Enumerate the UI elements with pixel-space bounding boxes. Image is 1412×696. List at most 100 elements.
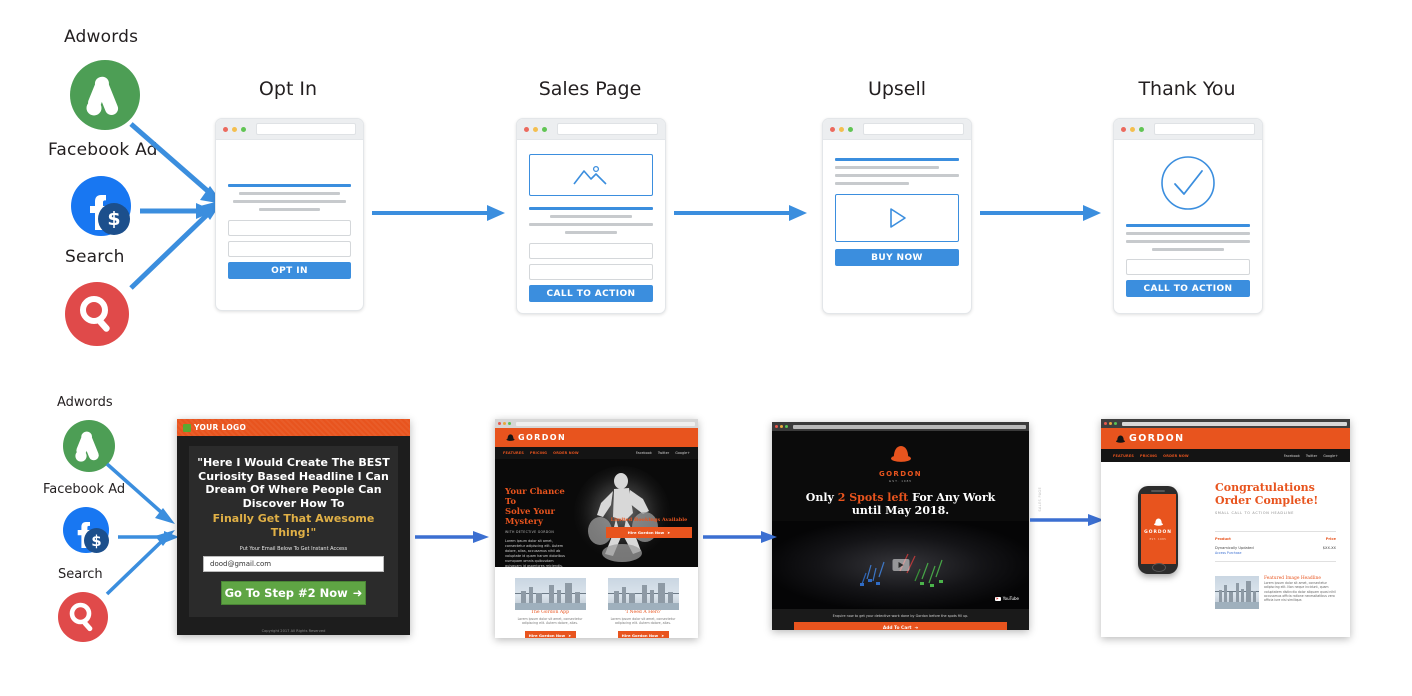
wireframe-content: BUY NOW xyxy=(823,140,971,278)
thankyou-header: GORDON xyxy=(1101,428,1350,449)
sales-card: The Gordon App Lorem ipsum dolor sit ame… xyxy=(514,578,586,638)
wireframe-cta-salespage[interactable]: CALL TO ACTION xyxy=(529,285,653,302)
thankyou-subhead: SMALL CALL TO ACTION HEADLINE xyxy=(1215,511,1295,515)
optin-headline-white: "Here I Would Create The BEST Curiosity … xyxy=(197,456,390,510)
wireframe-video-placeholder[interactable] xyxy=(835,194,959,242)
wireframe-input-email[interactable] xyxy=(529,264,653,280)
placeholder-headline xyxy=(529,207,653,210)
wireframe-input-name[interactable] xyxy=(529,243,653,259)
order-access-link[interactable]: Access Purchase xyxy=(1215,551,1336,555)
wireframe-input-email[interactable] xyxy=(1126,259,1250,275)
phone-brand: GORDON xyxy=(1144,530,1172,535)
page-screenshot-salespage[interactable]: GORDON FEATURES PRICING ORDER NOW Facebo… xyxy=(495,419,698,638)
window-dot-green xyxy=(241,126,246,132)
stage-title-thankyou: Thank You xyxy=(1138,78,1236,100)
placeholder-line xyxy=(835,182,910,185)
sales-cards: The Gordon App Lorem ipsum dolor sit ame… xyxy=(495,567,698,638)
phone-brand-sub: EST. 1985 xyxy=(1149,538,1167,541)
facebook-ad-icon[interactable]: $ xyxy=(70,175,140,245)
upsell-cta-button[interactable]: Add To Cart ➜ xyxy=(794,622,1007,630)
window-dot-yellow xyxy=(780,425,783,428)
optin-cta-button[interactable]: Go To Step #2 Now ➜ xyxy=(221,581,366,605)
social-twitter[interactable]: Twitter xyxy=(658,451,669,455)
nav-item-pricing[interactable]: PRICING xyxy=(530,451,547,455)
search-icon[interactable] xyxy=(65,282,129,346)
nav-item-order-now[interactable]: ORDER NOW xyxy=(553,451,579,455)
arrow-optin-to-salespage xyxy=(372,205,505,221)
youtube-label: YouTube xyxy=(1002,596,1019,601)
water xyxy=(514,602,586,610)
featured-block: Featured Image Headline Lorem ipsum dolo… xyxy=(1215,576,1336,609)
wireframe-input-email[interactable] xyxy=(228,241,351,257)
card-text: Lorem ipsum dolor sit amet, consectetur … xyxy=(517,617,583,626)
social-facebook[interactable]: Facebook xyxy=(1284,454,1300,458)
card-cta-label: Hire Gordon Now xyxy=(528,633,566,638)
nav-item-features[interactable]: FEATURES xyxy=(1113,454,1134,458)
wireframe-cta-upsell[interactable]: BUY NOW xyxy=(835,249,959,266)
building xyxy=(1229,591,1233,602)
wireframe-url-bar[interactable] xyxy=(256,123,356,135)
google-adwords-icon-bottom[interactable] xyxy=(63,420,115,472)
wireframe-url-bar[interactable] xyxy=(863,123,964,135)
hero-athlete-image xyxy=(574,466,670,562)
building xyxy=(1253,590,1256,602)
building xyxy=(649,589,654,603)
window-dot-green xyxy=(1139,126,1144,132)
page-screenshot-thankyou[interactable]: GORDON FEATURES PRICING ORDER NOW Facebo… xyxy=(1101,419,1350,637)
hero-cta-button[interactable]: Hire Gordon Now ➤ xyxy=(606,527,692,538)
page-screenshot-upsell[interactable]: GORDON EST. 1985 Only 2 Spots left For A… xyxy=(772,422,1029,630)
youtube-badge: YouTube xyxy=(994,596,1019,601)
upsell-video-player[interactable]: YouTube xyxy=(772,521,1029,609)
browser-url-bar[interactable] xyxy=(793,424,1026,429)
wireframe-salespage[interactable]: CALL TO ACTION xyxy=(516,118,666,314)
wireframe-titlebar xyxy=(823,119,971,140)
window-dot-green xyxy=(542,126,547,132)
wireframe-url-bar[interactable] xyxy=(1154,123,1255,135)
nav-item-order-now[interactable]: ORDER NOW xyxy=(1163,454,1189,458)
hero-title-line1: Your Chance To xyxy=(505,487,565,507)
magnifier-glyph xyxy=(69,602,93,632)
wireframe-cta-thankyou[interactable]: CALL TO ACTION xyxy=(1126,280,1250,297)
upsell-headline-pre: Only xyxy=(805,491,838,504)
wireframe-cta-optin[interactable]: OPT IN xyxy=(228,262,351,279)
optin-headline-gold: Finally Get That Awesome Thing!" xyxy=(212,512,375,539)
google-adwords-icon[interactable] xyxy=(70,60,140,130)
window-dot-red xyxy=(498,422,501,425)
page-screenshot-optin[interactable]: YOUR LOGO "Here I Would Create The BEST … xyxy=(177,419,410,635)
browser-url-bar[interactable] xyxy=(1122,421,1347,426)
social-googleplus[interactable]: Google+ xyxy=(675,451,690,455)
card-cta-button[interactable]: Hire Gordon Now ➤ xyxy=(524,630,576,638)
wireframe-thankyou[interactable]: CALL TO ACTION xyxy=(1113,118,1263,314)
check-circle-icon xyxy=(1161,156,1215,210)
social-facebook[interactable]: Facebook xyxy=(636,451,652,455)
wireframe-input-name[interactable] xyxy=(228,220,351,236)
upsell-headline-line2: until May 2018. xyxy=(851,504,950,517)
browser-chrome xyxy=(772,422,1029,431)
funnel-diagram-canvas: Adwords Facebook Ad $ Search Opt In Sale… xyxy=(0,0,1412,696)
order-col-product: Product xyxy=(1215,537,1231,541)
browser-url-bar[interactable] xyxy=(516,421,695,426)
building xyxy=(641,585,647,603)
featured-image-skyline xyxy=(1215,576,1259,609)
social-twitter[interactable]: Twitter xyxy=(1306,454,1317,458)
phone-mockup: GORDON EST. 1985 xyxy=(1138,486,1178,574)
social-googleplus[interactable]: Google+ xyxy=(1323,454,1338,458)
card-cta-button[interactable]: Hire Gordon Now ➤ xyxy=(617,630,669,638)
nav-item-features[interactable]: FEATURES xyxy=(503,451,524,455)
facebook-ad-icon-bottom[interactable]: $ xyxy=(63,507,118,562)
play-button[interactable] xyxy=(892,559,909,571)
wireframe-upsell[interactable]: BUY NOW xyxy=(822,118,972,314)
upsell-headline: Only 2 Spots left For Any Work until May… xyxy=(772,491,1029,517)
thankyou-nav-left: FEATURES PRICING ORDER NOW xyxy=(1101,454,1189,458)
wireframe-url-bar[interactable] xyxy=(557,123,658,135)
featured-text: Lorem ipsum dolor sit amet, consectetur … xyxy=(1264,581,1336,603)
building xyxy=(520,590,526,603)
wireframe-optin[interactable]: OPT IN xyxy=(215,118,364,311)
optin-email-input[interactable]: dood@gmail.com xyxy=(203,556,384,572)
placeholder-line xyxy=(239,192,340,195)
search-icon-bottom[interactable] xyxy=(58,592,108,642)
building xyxy=(628,593,635,603)
nav-item-pricing[interactable]: PRICING xyxy=(1140,454,1157,458)
dollar-badge-icon: $ xyxy=(98,203,130,235)
source-label-adwords-bottom: Adwords xyxy=(57,395,113,410)
